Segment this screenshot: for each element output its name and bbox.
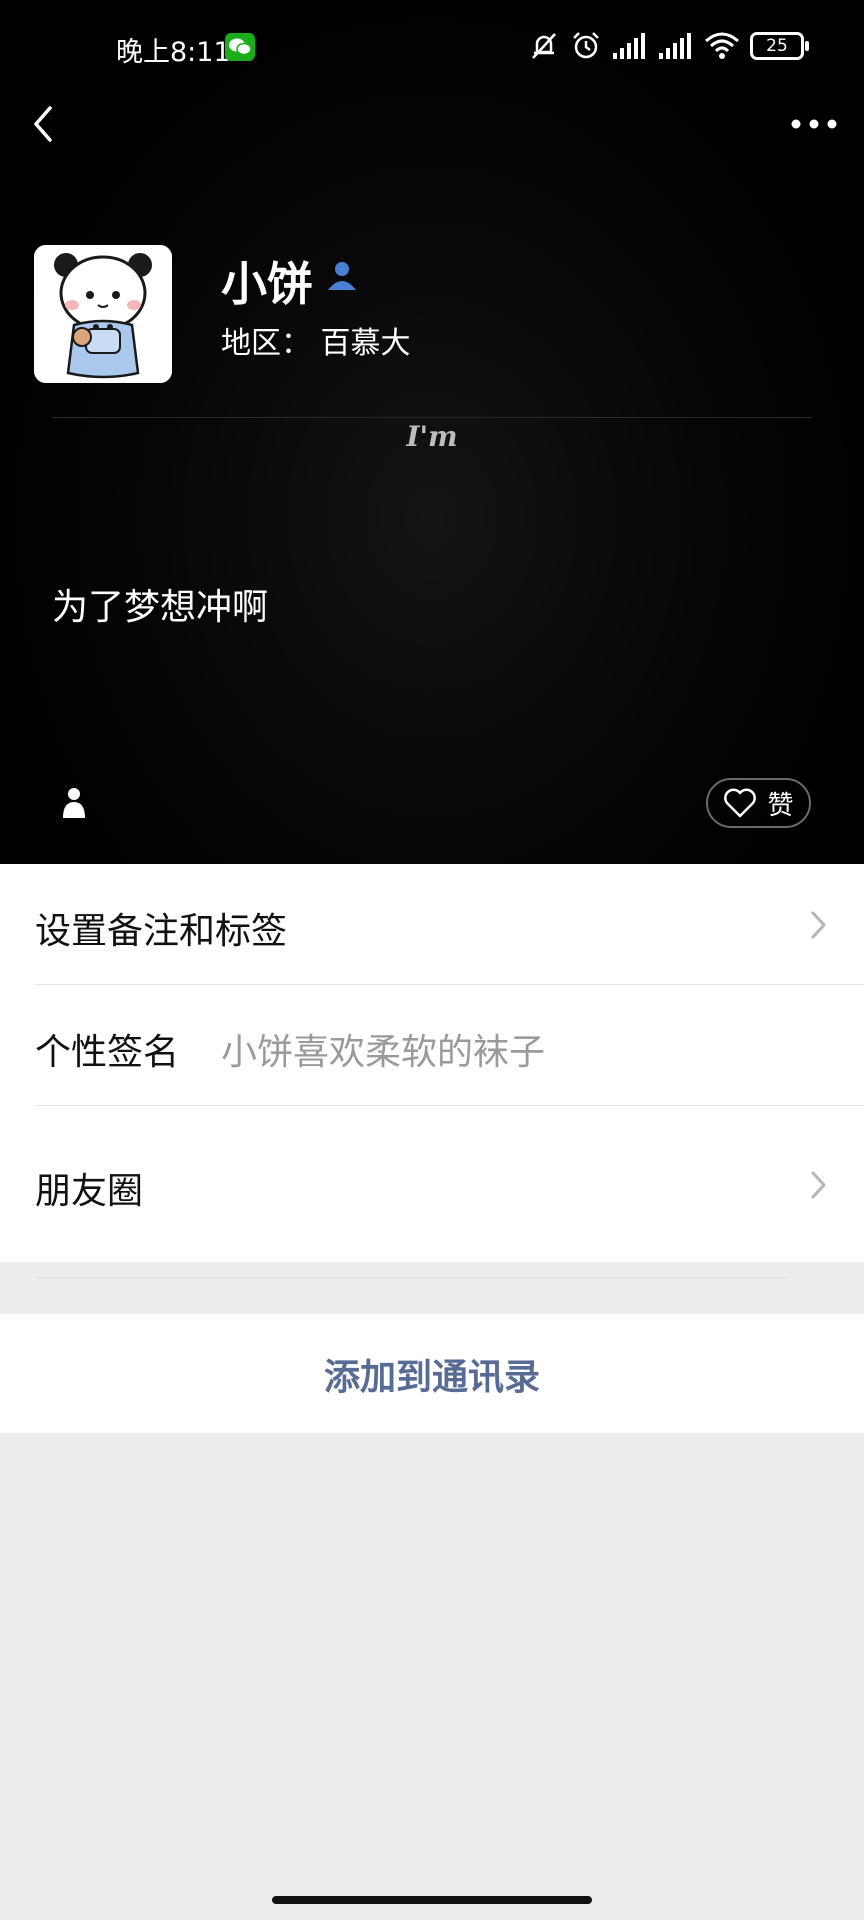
add-to-contacts-label: 添加到通讯录 [323,1356,540,1398]
signature-value: 小饼喜欢柔软的袜子 [221,1032,546,1073]
set-remark-tags-row[interactable]: 设置备注和标签 [0,864,864,985]
status-time: 晚上8:11 [116,37,231,68]
divider [35,1277,789,1278]
friend-person-icon [328,262,356,290]
chevron-left-icon [34,106,52,142]
region: 地区： 百慕大 [221,326,411,361]
add-to-contacts-button[interactable]: 添加到通讯录 [0,1314,864,1433]
signal-icon [659,33,691,59]
profile-cover: 晚上8:11 25 小饼 地区： 百慕大 I'm 为了梦想冲啊 赞 [0,0,864,864]
heart-icon [724,788,757,818]
profile-menu: 设置备注和标签 个性签名 小饼喜欢柔软的袜子 朋友圈 [0,864,864,1262]
status-text: 为了梦想冲啊 [52,587,269,628]
divider [52,417,812,418]
like-button[interactable]: 赞 [706,778,811,828]
battery-icon: 25 [750,32,809,60]
avatar[interactable] [34,245,172,383]
person-icon[interactable] [60,786,88,820]
signature-row: 个性签名 小饼喜欢柔软的袜子 [0,985,864,1106]
chevron-right-icon [811,1171,826,1199]
row-label: 朋友圈 [35,1171,144,1212]
home-indicator[interactable] [272,1896,592,1904]
cover-text: I'm [406,420,458,453]
signal-icon [613,33,645,59]
moments-row[interactable]: 朋友圈 [0,1106,864,1262]
more-button[interactable] [786,104,842,144]
back-button[interactable] [22,96,66,152]
status-icons: 25 [528,28,809,64]
wifi-icon [705,32,739,59]
like-label: 赞 [767,790,794,821]
chevron-right-icon [811,911,826,939]
nickname: 小饼 [221,257,313,311]
mute-bell-icon [532,33,556,59]
panda-avatar-icon [34,245,172,383]
more-dots-icon [791,119,837,129]
alarm-icon [573,32,599,59]
row-label: 设置备注和标签 [35,911,288,952]
wechat-notification-icon [225,33,255,61]
row-label: 个性签名 [35,1032,180,1073]
